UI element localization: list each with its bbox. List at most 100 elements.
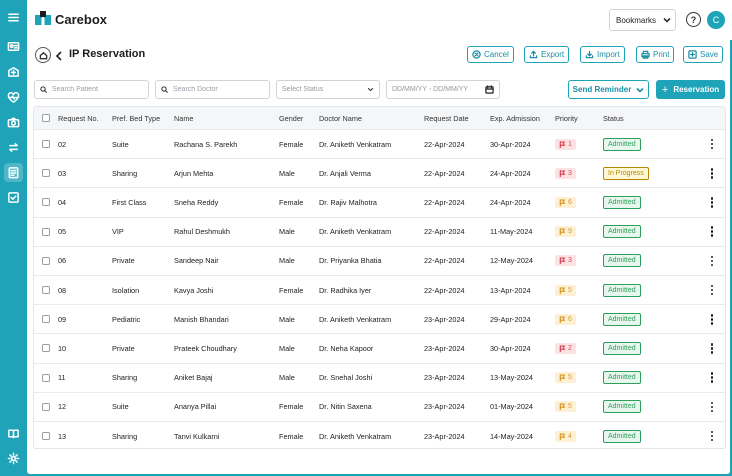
status-cell: Admitted: [603, 305, 641, 333]
plus-square-icon: [688, 50, 697, 59]
row-checkbox[interactable]: [42, 286, 50, 295]
cell-request-date: 22-Apr-2024: [424, 256, 465, 266]
table-row[interactable]: 09 Pediatric Manish Bhandari Male Dr. Aniket…: [34, 305, 725, 335]
print-button[interactable]: Print: [636, 46, 675, 63]
more-options-icon[interactable]: [707, 284, 717, 296]
table-row[interactable]: 08 Isolation Kavya Joshi Female Dr. Radhika …: [34, 276, 725, 306]
select-all-checkbox[interactable]: [42, 114, 50, 122]
more-options-icon[interactable]: [707, 197, 717, 208]
flag-icon: [559, 170, 566, 177]
user-guide-icon[interactable]: [4, 424, 23, 443]
select-all-cell: [42, 107, 50, 129]
more-options-icon[interactable]: [707, 314, 717, 325]
search-doctor-input[interactable]: [173, 86, 264, 93]
table-row[interactable]: 06 Private Sandeep Nair Male Dr. Priyanka Bh…: [34, 247, 725, 276]
search-doctor-field[interactable]: [155, 80, 270, 99]
clipboard-icon[interactable]: [4, 163, 23, 182]
status-badge: Admitted: [603, 254, 641, 268]
cell-request-no: 02: [58, 139, 67, 149]
search-patient-field[interactable]: [34, 80, 149, 99]
row-checkbox[interactable]: [42, 373, 50, 382]
cell-exp-admission: 14-May-2024: [490, 431, 533, 441]
table-row[interactable]: 11 Sharing Aniket Bajaj Male Dr. Snehal Josh…: [34, 364, 725, 393]
cell-exp-admission: 30-Apr-2024: [490, 343, 531, 353]
hospital-icon[interactable]: [4, 62, 23, 81]
row-select-cell: [42, 247, 50, 275]
row-checkbox[interactable]: [42, 169, 50, 178]
status-badge: Admitted: [603, 195, 641, 209]
row-checkbox[interactable]: [42, 256, 50, 265]
row-checkbox[interactable]: [42, 344, 50, 353]
priority-cell: 2: [555, 334, 576, 362]
col-request-no[interactable]: Request No.: [58, 107, 99, 129]
row-checkbox[interactable]: [42, 227, 50, 236]
col-request-date[interactable]: Request Date: [424, 107, 469, 129]
cell-doctor-name: Dr. Aniketh Venkatram: [319, 227, 392, 237]
cell-bed-type: Sharing: [112, 373, 138, 383]
col-priority[interactable]: Priority: [555, 107, 578, 129]
add-reservation-button[interactable]: + Reservation: [656, 80, 725, 99]
priority-value: 1: [568, 140, 572, 148]
save-button[interactable]: Save: [683, 46, 724, 63]
flag-icon: [559, 199, 566, 206]
import-button[interactable]: Import: [580, 46, 625, 63]
export-button[interactable]: Export: [524, 46, 570, 63]
transfer-icon[interactable]: [4, 138, 23, 157]
more-options-icon[interactable]: [707, 138, 717, 150]
home-button[interactable]: [35, 47, 51, 63]
row-checkbox[interactable]: [42, 198, 50, 207]
row-checkbox[interactable]: [42, 315, 50, 324]
date-range-picker[interactable]: DD/MM/YY - DD/MM/YY: [386, 80, 500, 99]
search-patient-input[interactable]: [52, 86, 143, 93]
status-select[interactable]: Select Status: [276, 80, 380, 99]
more-options-icon[interactable]: [707, 401, 717, 413]
menu-icon[interactable]: [4, 8, 23, 27]
table-row[interactable]: 05 VIP Rahul Deshmukh Male Dr. Aniketh Venka…: [34, 218, 725, 247]
col-status[interactable]: Status: [603, 107, 624, 129]
more-options-icon[interactable]: [707, 168, 717, 179]
row-select-cell: [42, 130, 50, 158]
app-logo[interactable]: Carebox: [35, 11, 107, 27]
table-row[interactable]: 02 Suite Rachana S. Parekh Female Dr. Aniket…: [34, 130, 725, 160]
table-row[interactable]: 04 First Class Sneha Reddy Female Dr. Rajiv …: [34, 188, 725, 218]
more-options-icon[interactable]: [707, 255, 717, 267]
priority-badge: 4: [555, 430, 576, 442]
cancel-button[interactable]: Cancel: [467, 46, 514, 63]
col-pref-bed-type[interactable]: Pref. Bed Type: [112, 107, 160, 129]
id-card-icon[interactable]: [4, 37, 23, 56]
more-options-icon[interactable]: [707, 430, 717, 442]
search-icon: [40, 86, 47, 93]
user-avatar[interactable]: C: [707, 11, 725, 29]
bookmarks-dropdown[interactable]: Bookmarks: [609, 9, 676, 31]
flag-icon: [559, 345, 566, 352]
row-checkbox[interactable]: [42, 432, 50, 441]
settings-icon[interactable]: [4, 449, 23, 468]
col-gender[interactable]: Gender: [279, 107, 303, 129]
send-reminder-button[interactable]: Send Reminder: [568, 80, 649, 99]
row-checkbox[interactable]: [42, 402, 50, 411]
more-options-icon[interactable]: [707, 226, 717, 237]
camera-icon[interactable]: [4, 113, 23, 132]
row-select-cell: [42, 159, 50, 187]
more-options-icon[interactable]: [707, 343, 717, 354]
cell-doctor-name: Dr. Nitin Saxena: [319, 402, 372, 412]
checklist-icon[interactable]: [4, 188, 23, 207]
more-options-icon[interactable]: [707, 372, 717, 383]
table-row[interactable]: 12 Suite Ananya Pillai Female Dr. Nitin Saxe…: [34, 393, 725, 422]
back-button[interactable]: [55, 48, 65, 61]
heart-pulse-icon[interactable]: [4, 88, 23, 107]
priority-cell: 5: [555, 276, 576, 304]
table-row[interactable]: 03 Sharing Arjun Mehta Male Dr. Anjali Verma…: [34, 159, 725, 189]
priority-badge: 6: [555, 313, 576, 325]
status-cell: Admitted: [603, 188, 641, 216]
table-row[interactable]: 10 Private Prateek Choudhary Male Dr. Neha K…: [34, 334, 725, 364]
status-select-placeholder: Select Status: [282, 86, 324, 93]
help-button[interactable]: ?: [686, 12, 701, 27]
col-name[interactable]: Name: [174, 107, 193, 129]
flag-icon: [559, 257, 566, 265]
table-row[interactable]: 13 Sharing Tanvi Kulkarni Female Dr. Aniketh…: [34, 422, 725, 448]
row-select-cell: [42, 422, 50, 448]
col-doctor-name[interactable]: Doctor Name: [319, 107, 362, 129]
col-exp-admission[interactable]: Exp. Admission: [490, 107, 540, 129]
row-checkbox[interactable]: [42, 140, 50, 149]
